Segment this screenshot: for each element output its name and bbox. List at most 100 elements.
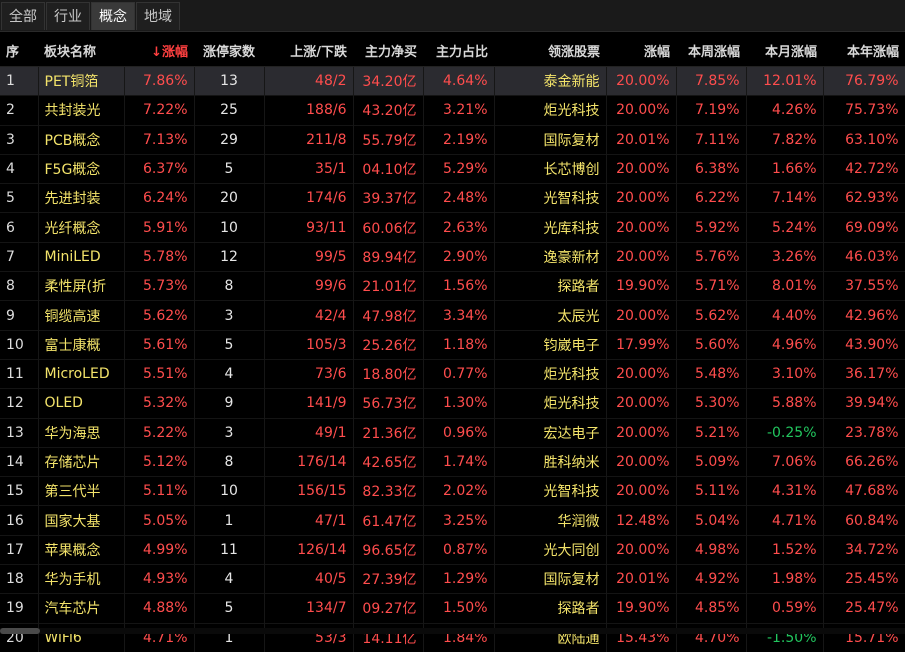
leading-stock[interactable]: 国际复材 [494, 564, 607, 594]
table-row[interactable]: 13 华为海思 5.22% 3 49/1 21.36亿 0.96% 宏达电子 20.00% 5.2… [0, 418, 905, 448]
leading-stock[interactable]: 炬光科技 [494, 388, 607, 419]
leading-stock[interactable]: 光库科技 [494, 212, 607, 243]
table-row[interactable]: 18 华为手机 4.93% 4 40/5 27.39亿 1.29% 国际复材 20.01% 4.9… [0, 564, 905, 594]
table-row[interactable]: 7 MiniLED 5.78% 12 99/5 89.94亿 2.90% 逸豪新材 20.00%… [0, 242, 905, 272]
leading-stock[interactable]: 宏达电子 [494, 418, 607, 448]
leading-stock[interactable]: 炬光科技 [494, 95, 607, 126]
scrollbar-thumb[interactable] [0, 628, 40, 634]
table-row[interactable]: 1 PET铜箔 7.86% 13 48/2 34.20亿 4.64% 泰金新能 20.00% 7.… [0, 66, 905, 96]
sector-name[interactable]: PCB概念 [38, 125, 125, 155]
leading-stock[interactable]: 光智科技 [494, 183, 607, 213]
up-down-count: 99/6 [264, 271, 354, 301]
month-change: 8.01% [746, 271, 824, 301]
change-pct: 5.11% [124, 476, 195, 506]
sector-name[interactable]: 汽车芯片 [38, 593, 125, 624]
table-row[interactable]: 6 光纤概念 5.91% 10 93/11 60.06亿 2.63% 光库科技 20.00% 5.… [0, 212, 905, 243]
leading-stock[interactable]: 探路者 [494, 271, 607, 301]
limit-up-count: 5 [194, 330, 265, 360]
header-limit-up-count[interactable]: 涨停家数 [194, 34, 264, 67]
sector-name[interactable]: OLED [38, 388, 125, 419]
limit-up-count: 10 [194, 476, 265, 506]
row-index: 10 [0, 330, 39, 360]
sector-name[interactable]: 铜缆高速 [38, 300, 125, 331]
table-row[interactable]: 17 苹果概念 4.99% 11 126/14 96.65亿 0.87% 光大同创 20.00%… [0, 535, 905, 565]
header-month-change[interactable]: 本月涨幅 [746, 34, 823, 67]
tab-concept[interactable]: 概念 [91, 1, 135, 30]
sector-name[interactable]: 富士康概 [38, 330, 125, 360]
table-row[interactable]: 9 铜缆高速 5.62% 3 42/4 47.98亿 3.34% 太辰光 20.00% 5.62%… [0, 300, 905, 331]
table-row[interactable]: 12 OLED 5.32% 9 141/9 56.73亿 1.30% 炬光科技 20.00% 5.… [0, 388, 905, 419]
up-down-count: 35/1 [264, 154, 354, 184]
table-row[interactable]: 14 存储芯片 5.12% 8 176/14 42.65亿 1.74% 胜科纳米 20.00% 5… [0, 447, 905, 477]
sector-name[interactable]: 柔性屏(折 [38, 271, 125, 301]
change-pct: 5.62% [124, 300, 195, 331]
header-index[interactable]: 序 [0, 34, 38, 67]
year-change: 69.09% [823, 212, 905, 243]
header-week-change[interactable]: 本周涨幅 [676, 34, 746, 67]
month-change: 12.01% [746, 66, 824, 96]
week-change: 5.21% [676, 418, 747, 448]
table-row[interactable]: 16 国家大基 5.05% 1 47/1 61.47亿 3.25% 华润微 12.48% 5.04… [0, 505, 905, 536]
header-main-net-buy[interactable]: 主力净买 [353, 34, 423, 67]
table-row[interactable]: 10 富士康概 5.61% 5 105/3 25.26亿 1.18% 钧崴电子 17.99% 5.… [0, 330, 905, 360]
table-row[interactable]: 5 先进封装 6.24% 20 174/6 39.37亿 2.48% 光智科技 20.00% 6.… [0, 183, 905, 213]
tab-industry[interactable]: 行业 [46, 1, 90, 30]
up-down-count: 42/4 [264, 300, 354, 331]
leading-stock[interactable]: 光智科技 [494, 476, 607, 506]
header-year-change[interactable]: 本年涨幅 [823, 34, 905, 67]
table-row[interactable]: 8 柔性屏(折 5.73% 8 99/6 21.01亿 1.56% 探路者 19.90% 5.71… [0, 271, 905, 301]
week-change: 6.38% [676, 154, 747, 184]
header-leader-change[interactable]: 涨幅 [606, 34, 676, 67]
limit-up-count: 4 [194, 564, 265, 594]
leading-stock[interactable]: 长芯博创 [494, 154, 607, 184]
limit-up-count: 13 [194, 66, 265, 96]
table-row[interactable]: 3 PCB概念 7.13% 29 211/8 55.79亿 2.19% 国际复材 20.01% 7… [0, 125, 905, 155]
sector-name[interactable]: F5G概念 [38, 154, 125, 184]
sector-name[interactable]: 华为手机 [38, 564, 125, 594]
table-row[interactable]: 19 汽车芯片 4.88% 5 134/7 09.27亿 1.50% 探路者 19.90% 4.8… [0, 593, 905, 624]
horizontal-scrollbar[interactable] [0, 628, 905, 634]
sector-name[interactable]: PET铜箔 [38, 66, 125, 96]
year-change: 62.93% [823, 183, 905, 213]
tab-all[interactable]: 全部 [1, 1, 45, 30]
sector-name[interactable]: MiniLED [38, 242, 125, 272]
leading-stock[interactable]: 泰金新能 [494, 66, 607, 96]
sector-name[interactable]: 先进封装 [38, 183, 125, 213]
tab-region[interactable]: 地域 [136, 1, 180, 30]
sector-name[interactable]: 华为海思 [38, 418, 125, 448]
leading-stock[interactable]: 光大同创 [494, 535, 607, 565]
header-sector-name[interactable]: 板块名称 [38, 34, 124, 67]
sector-name[interactable]: 第三代半 [38, 476, 125, 506]
header-up-down[interactable]: 上涨/下跌 [264, 34, 353, 67]
sector-name[interactable]: MicroLED [38, 359, 125, 389]
sector-name[interactable]: 国家大基 [38, 505, 125, 536]
main-ratio: 1.50% [423, 593, 495, 624]
leading-stock[interactable]: 逸豪新材 [494, 242, 607, 272]
leading-stock[interactable]: 炬光科技 [494, 359, 607, 389]
leading-stock[interactable]: 太辰光 [494, 300, 607, 331]
leading-stock[interactable]: 国际复材 [494, 125, 607, 155]
header-change[interactable]: ↓涨幅 [124, 34, 194, 67]
sector-name[interactable]: 苹果概念 [38, 535, 125, 565]
table-row[interactable]: 15 第三代半 5.11% 10 156/15 82.33亿 2.02% 光智科技 20.00%… [0, 476, 905, 506]
sector-name[interactable]: 存储芯片 [38, 447, 125, 477]
row-index: 3 [0, 125, 39, 155]
table-row[interactable]: 11 MicroLED 5.51% 4 73/6 18.80亿 0.77% 炬光科技 20.00… [0, 359, 905, 389]
table-row[interactable]: 2 共封装光 7.22% 25 188/6 43.20亿 3.21% 炬光科技 20.00% 7.… [0, 95, 905, 126]
leading-stock[interactable]: 探路者 [494, 593, 607, 624]
month-change: 4.96% [746, 330, 824, 360]
week-change: 5.09% [676, 447, 747, 477]
row-index: 14 [0, 447, 39, 477]
leading-stock[interactable]: 华润微 [494, 505, 607, 536]
sector-name[interactable]: 共封装光 [38, 95, 125, 126]
header-leading-stock[interactable]: 领涨股票 [494, 34, 606, 67]
leading-stock[interactable]: 胜科纳米 [494, 447, 607, 477]
header-main-ratio[interactable]: 主力占比 [423, 34, 494, 67]
leading-stock[interactable]: 钧崴电子 [494, 330, 607, 360]
row-index: 7 [0, 242, 39, 272]
main-ratio: 5.29% [423, 154, 495, 184]
leader-change: 20.00% [606, 476, 677, 506]
sector-name[interactable]: 光纤概念 [38, 212, 125, 243]
up-down-count: 73/6 [264, 359, 354, 389]
table-row[interactable]: 4 F5G概念 6.37% 5 35/1 04.10亿 5.29% 长芯博创 20.00% 6.3… [0, 154, 905, 184]
